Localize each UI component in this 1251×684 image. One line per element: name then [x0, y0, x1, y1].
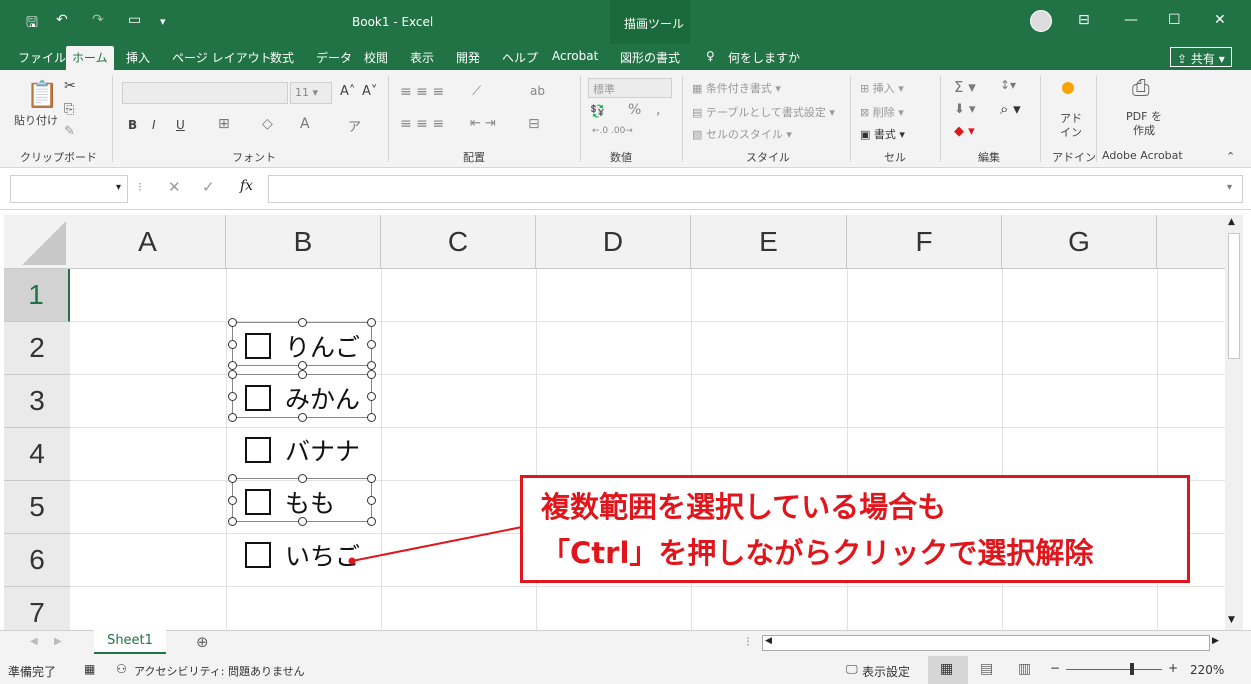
add-sheet-icon[interactable]: ⊕ — [196, 633, 209, 651]
macro-record-icon[interactable]: ▦ — [84, 662, 95, 676]
zoom-level[interactable]: 220% — [1190, 663, 1224, 677]
scroll-down-icon[interactable]: ▼ — [1228, 615, 1235, 625]
vertical-scrollbar[interactable]: ▲ ▼ — [1225, 215, 1243, 630]
tab-split-icon[interactable]: ⁝ — [746, 635, 750, 650]
scroll-thumb[interactable] — [1228, 233, 1240, 359]
zoom-slider-thumb[interactable] — [1130, 663, 1134, 675]
next-sheet-icon[interactable]: ▶ — [54, 636, 62, 647]
status-bar: 準備完了 ▦ ⚇ アクセシビリティ: 問題ありません 🖵 表示設定 ▦ ▤ ▥ … — [0, 656, 1251, 684]
callout-line-1: 複数範囲を選択している場合も — [541, 490, 947, 524]
zoom-slider[interactable] — [1066, 663, 1162, 675]
scroll-right-icon[interactable]: ▶ — [1212, 636, 1219, 646]
page-layout-view-icon[interactable]: ▤ — [980, 661, 993, 677]
display-settings[interactable]: 表示設定 — [862, 663, 910, 680]
callout-box: 複数範囲を選択している場合も 「Ctrl」を押しながらクリックで選択解除 — [520, 475, 1190, 583]
zoom-in-icon[interactable]: + — [1168, 661, 1178, 675]
accessibility-icon: ⚇ — [116, 662, 127, 676]
sheet-tab-bar: ◀ ▶ Sheet1 ⊕ ⁝ ◀ ▶ — [0, 630, 1251, 656]
horizontal-scrollbar[interactable]: ◀ — [762, 635, 1210, 651]
normal-view-icon[interactable]: ▦ — [940, 661, 953, 677]
page-break-view-icon[interactable]: ▥ — [1018, 661, 1031, 677]
sheet-tab-sheet1[interactable]: Sheet1 — [94, 630, 166, 654]
zoom-out-icon[interactable]: − — [1050, 661, 1060, 675]
scroll-up-icon[interactable]: ▲ — [1228, 217, 1235, 227]
ready-status: 準備完了 — [8, 665, 57, 679]
display-settings-icon: 🖵 — [846, 662, 858, 676]
scroll-left-icon[interactable]: ◀ — [765, 636, 772, 646]
callout-line-2: 「Ctrl」を押しながらクリックで選択解除 — [541, 536, 1094, 570]
accessibility-status[interactable]: アクセシビリティ: 問題ありません — [134, 663, 305, 679]
prev-sheet-icon[interactable]: ◀ — [30, 636, 38, 647]
